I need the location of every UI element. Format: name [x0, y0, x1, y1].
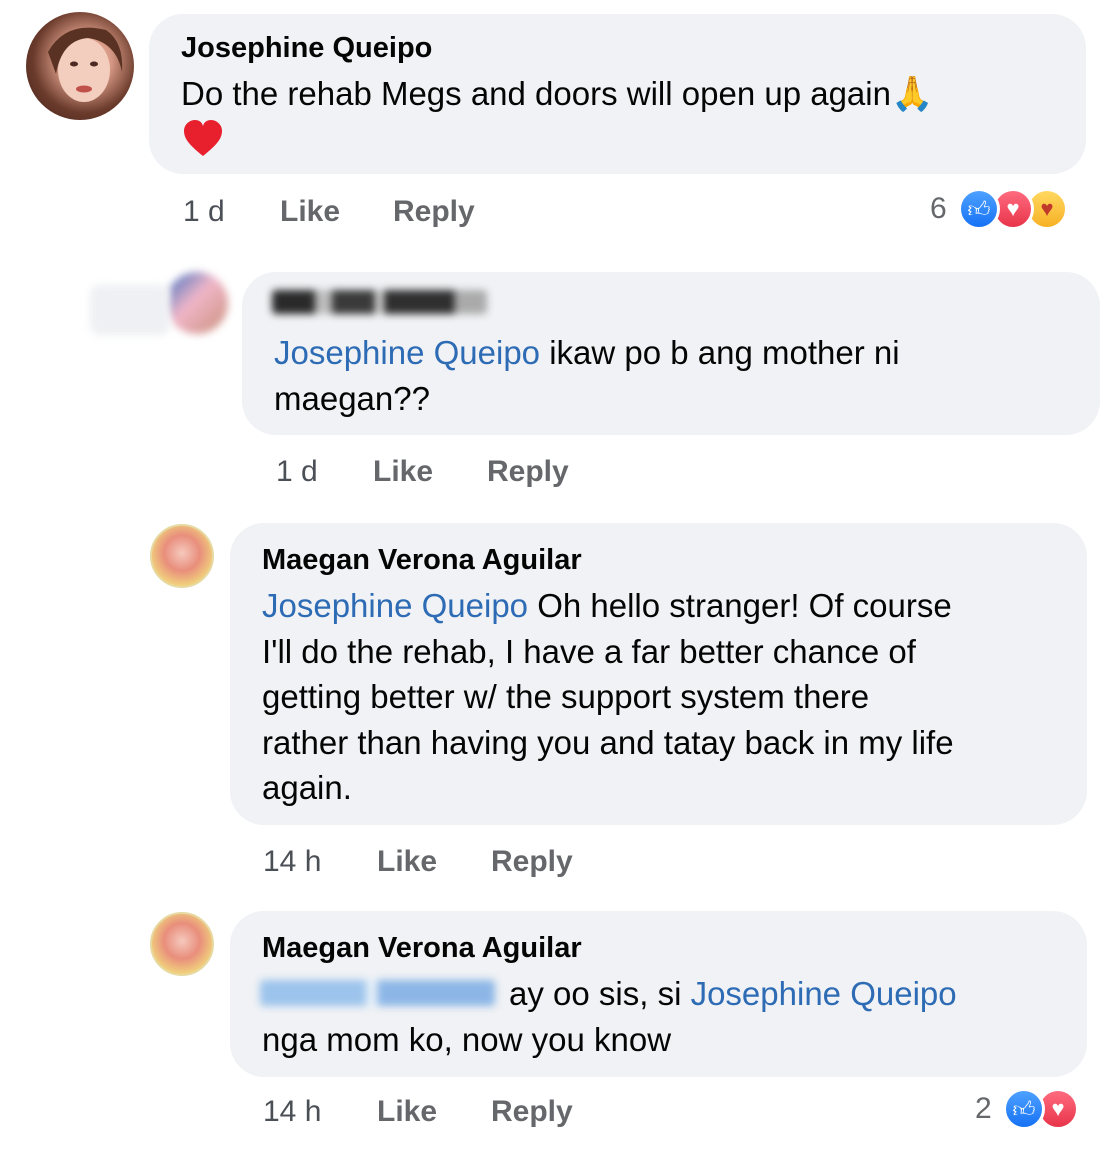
- avatar-photo: [48, 27, 123, 102]
- comment-text: Josephine Queipo Oh hello stranger! Of c…: [262, 583, 1072, 811]
- comment-text-line-1: Oh hello stranger! Of course: [528, 587, 952, 624]
- reply-button[interactable]: Reply: [491, 1095, 573, 1129]
- reaction-summary[interactable]: 6 👍︎ ♥ ♥: [930, 188, 1090, 232]
- comment-text-line-2: I'll do the rehab, I have a far better c…: [262, 632, 916, 670]
- comment-author[interactable]: Maegan Verona Aguilar: [262, 544, 582, 577]
- comment-author[interactable]: Maegan Verona Aguilar: [262, 932, 582, 965]
- comment-text-line-5: again.: [262, 769, 352, 806]
- comment-time[interactable]: 1 d: [183, 195, 225, 229]
- like-button[interactable]: Like: [377, 845, 437, 879]
- comment-time[interactable]: 1 d: [276, 455, 318, 489]
- reaction-count: 2: [975, 1092, 992, 1125]
- comment-text: Josephine Queipo ikaw po b ang mother ni…: [274, 330, 1074, 421]
- comment-text-line-4: rather than having you and tatay back in…: [262, 723, 954, 761]
- blurred-background: [90, 285, 170, 335]
- reply-button[interactable]: Reply: [487, 455, 569, 489]
- reply-button[interactable]: Reply: [393, 195, 475, 229]
- blurred-author-name: [272, 290, 487, 314]
- reaction-count: 6: [930, 192, 947, 225]
- comment-text: ay oo sis, si Josephine Queipo: [509, 971, 1069, 1017]
- comment-text-line-1: ikaw po b ang mother ni: [540, 334, 900, 371]
- comment-text-line-2: maegan??: [274, 379, 430, 417]
- red-heart-emoji: [182, 118, 224, 160]
- like-button[interactable]: Like: [377, 1095, 437, 1129]
- mention-link[interactable]: Josephine Queipo: [274, 334, 540, 371]
- comment-time[interactable]: 14 h: [263, 845, 321, 879]
- like-button[interactable]: Like: [280, 195, 340, 229]
- mention-link[interactable]: Josephine Queipo: [262, 587, 528, 624]
- avatar[interactable]: [26, 12, 134, 120]
- comment-text-body: Do the rehab Megs and doors will open up…: [181, 75, 891, 112]
- reply-button[interactable]: Reply: [491, 845, 573, 879]
- comment-text-line-1: ay oo sis, si: [509, 975, 691, 1012]
- mention-link[interactable]: Josephine Queipo: [691, 975, 957, 1012]
- avatar[interactable]: [150, 524, 214, 588]
- reaction-summary[interactable]: 2 👍︎ ♥: [975, 1088, 1095, 1132]
- comment-text-line-3: getting better w/ the support system the…: [262, 678, 870, 715]
- folded-hands-emoji: 🙏: [890, 75, 934, 113]
- comment-author[interactable]: Josephine Queipo: [181, 32, 432, 65]
- like-button[interactable]: Like: [373, 455, 433, 489]
- avatar[interactable]: [166, 272, 228, 334]
- comment-time[interactable]: 14 h: [263, 1095, 321, 1129]
- comment-text: Do the rehab Megs and doors will open up…: [181, 71, 1061, 118]
- like-icon: 👍︎: [1003, 1088, 1045, 1130]
- comment-text-line-2: nga mom ko, now you know: [262, 1021, 672, 1058]
- avatar[interactable]: [150, 912, 214, 976]
- blurred-mention: [260, 980, 495, 1006]
- like-icon: 👍︎: [958, 188, 1000, 230]
